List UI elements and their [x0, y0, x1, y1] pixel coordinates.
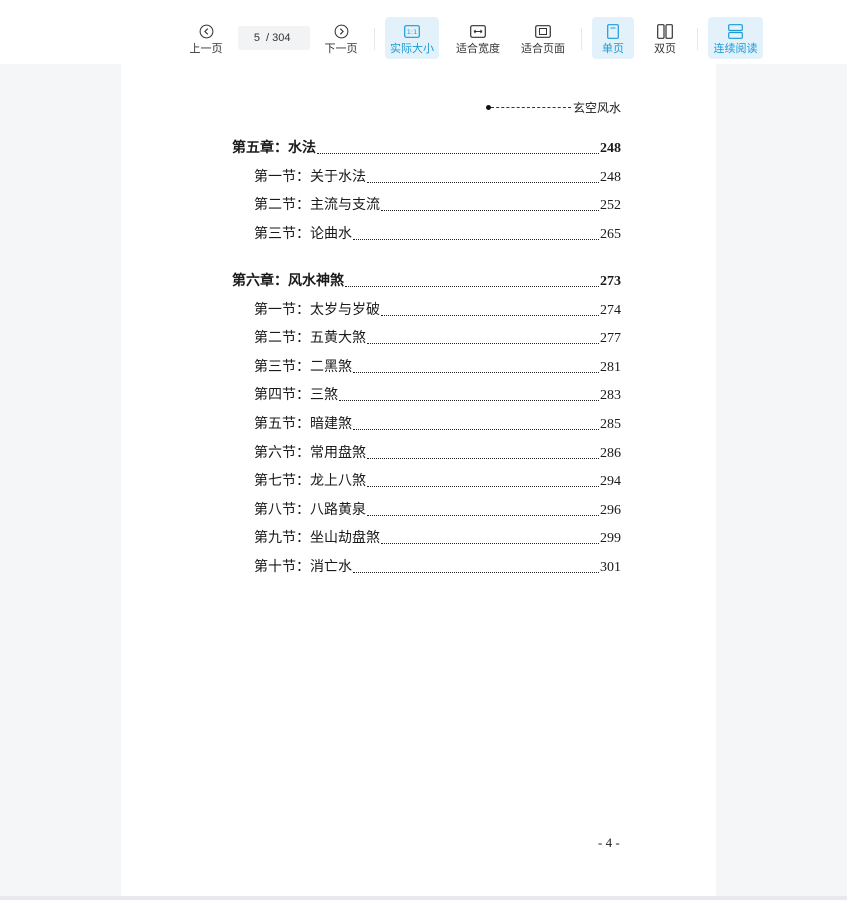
toc-entry-page: 265: [600, 226, 621, 242]
toc-entry-page: 296: [600, 502, 621, 518]
chevron-left-circle-icon: [199, 23, 214, 39]
toc-entry-title: 第九节：坐山劫盘煞: [254, 531, 380, 547]
toc-entry-page: 277: [600, 331, 621, 347]
actual-size-icon: 1:1: [404, 23, 420, 39]
toc-section-row: 第一节：关于水法 248: [254, 169, 621, 187]
toc-entry-page: 273: [600, 274, 621, 289]
viewer-toolbar: 上一页 / 304 下一页 1:1 实际大小 适合宽度 适合页面 单页: [0, 0, 847, 64]
toc-dot-leader: [345, 286, 599, 287]
toc-entry-page: 248: [600, 141, 621, 156]
header-rule: [490, 107, 571, 108]
fit-width-button[interactable]: 适合宽度: [452, 17, 504, 59]
toc-dot-leader: [317, 153, 599, 154]
double-page-label: 双页: [654, 43, 676, 55]
continuous-reading-label: 连续阅读: [713, 43, 758, 55]
next-page-label: 下一页: [324, 43, 358, 55]
toc-dot-leader: [353, 238, 599, 240]
toc-entry-page: 252: [600, 198, 621, 214]
double-page-button[interactable]: 双页: [645, 17, 685, 59]
toc-entry-title: 第十节：消亡水: [254, 560, 352, 575]
toc-entry-title: 第二节：五黄大煞: [254, 331, 366, 347]
toc-dot-leader: [339, 400, 599, 402]
toolbar-divider: [697, 28, 698, 50]
toc-dot-leader: [367, 181, 599, 183]
toc-entry-title: 第五节：暗建煞: [254, 417, 352, 432]
toc-entry-page: 281: [600, 359, 621, 375]
continuous-reading-button[interactable]: 连续阅读: [708, 17, 763, 59]
single-page-label: 单页: [602, 43, 624, 55]
toc-entry-title: 第二节：主流与支流: [254, 198, 380, 214]
chevron-right-circle-icon: [334, 23, 349, 39]
toolbar-divider: [374, 28, 375, 50]
toc-entry-page: 286: [600, 445, 621, 461]
toc-chapter-row: 第五章：水法 248: [232, 140, 621, 158]
toc-dot-leader: [367, 457, 599, 459]
toc-section-row: 第九节：坐山劫盘煞 299: [254, 530, 621, 548]
toc-entry-page: 248: [600, 169, 621, 185]
toc-entry-page: 283: [600, 388, 621, 404]
toc-dot-leader: [353, 572, 599, 573]
toc-dot-leader: [367, 486, 599, 488]
page-footer-number: - 4 -: [598, 835, 620, 850]
actual-size-button[interactable]: 1:1 实际大小: [385, 17, 439, 59]
toc-section-row: 第三节：二黑煞 281: [254, 359, 621, 377]
toc-entry-title: 第三节：论曲水: [254, 226, 352, 242]
toc-entry-page: 301: [600, 560, 621, 575]
bottom-edge: [0, 896, 847, 900]
toc-section-row: 第八节：八路黄泉 296: [254, 502, 621, 520]
toc-dot-leader: [367, 343, 599, 345]
toc-entry-page: 299: [600, 531, 621, 547]
continuous-scroll-icon: [728, 23, 743, 39]
actual-size-label: 实际大小: [390, 43, 434, 55]
toc-section-row: 第三节：论曲水 265: [254, 226, 621, 244]
toc-entry-title: 第一节：关于水法: [254, 169, 366, 185]
document-page: 玄空风水 第五章：水法 248 第一节：关于水法 248 第二节：主流与支流 252 第三节…: [121, 64, 716, 897]
toc-dot-leader: [367, 514, 599, 516]
running-header: 玄空风水: [485, 99, 621, 116]
toc-entry-title: 第一节：太岁与岁破: [254, 302, 380, 318]
toc-section-row: 第一节：太岁与岁破 274: [254, 302, 621, 320]
toc-section-row: 第二节：五黄大煞 277: [254, 330, 621, 348]
page-indicator: / 304: [238, 26, 310, 50]
toc-entry-title: 第七节：龙上八煞: [254, 474, 366, 490]
toc-entry-page: 285: [600, 417, 621, 432]
svg-text:1:1: 1:1: [407, 28, 417, 36]
running-header-title: 玄空风水: [572, 101, 621, 115]
toc-chapter-row: 第六章：风水神煞 273: [232, 273, 621, 291]
toc-dot-leader: [381, 543, 599, 545]
fit-page-button[interactable]: 适合页面: [517, 17, 569, 59]
toc-entry-title: 第四节：三煞: [254, 388, 338, 404]
current-page-input[interactable]: [238, 32, 260, 44]
toc-section-row: 第七节：龙上八煞 294: [254, 473, 621, 491]
toc-entry-title: 第五章：水法: [232, 141, 316, 156]
toc-section-row: 第四节：三煞 283: [254, 387, 621, 405]
toc-entry-title: 第三节：二黑煞: [254, 359, 352, 375]
toolbar-divider: [581, 28, 582, 50]
toc-entry-page: 274: [600, 302, 621, 318]
single-page-icon: [607, 23, 619, 39]
toc-entry-title: 第八节：八路黄泉: [254, 502, 366, 518]
toc-section-row: 第二节：主流与支流 252: [254, 197, 621, 215]
toc-dot-leader: [353, 371, 599, 373]
fit-page-label: 适合页面: [521, 43, 565, 55]
single-page-button[interactable]: 单页: [592, 17, 634, 59]
fit-width-icon: [470, 23, 486, 39]
toc-dot-leader: [381, 314, 599, 316]
toc-entry-page: 294: [600, 474, 621, 490]
prev-page-label: 上一页: [189, 43, 223, 55]
toc-dot-leader: [353, 429, 599, 430]
fit-width-label: 适合宽度: [456, 43, 500, 55]
next-page-button[interactable]: 下一页: [320, 17, 362, 59]
fit-page-icon: [535, 23, 551, 39]
toc-entry-title: 第六章：风水神煞: [232, 274, 344, 289]
toc-section-row: 第五节：暗建煞 285: [254, 416, 621, 434]
toc-dot-leader: [381, 210, 599, 212]
double-page-icon: [657, 23, 673, 39]
toc-section-row: 第十节：消亡水 301: [254, 559, 621, 577]
toc-section-row: 第六节：常用盘煞 286: [254, 445, 621, 463]
toc-entry-title: 第六节：常用盘煞: [254, 445, 366, 461]
prev-page-button[interactable]: 上一页: [185, 17, 227, 59]
total-pages: / 304: [266, 32, 291, 44]
